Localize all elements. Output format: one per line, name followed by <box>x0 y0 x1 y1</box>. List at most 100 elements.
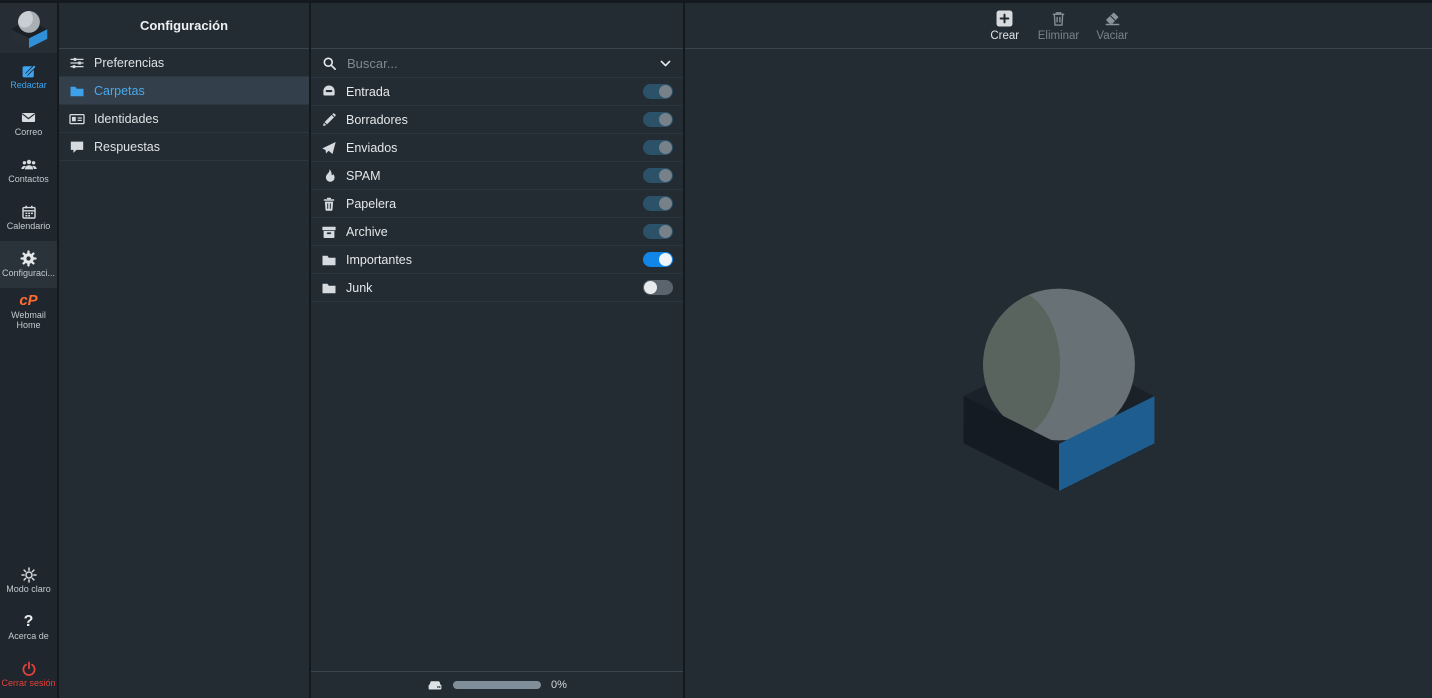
crear-button[interactable]: Crear <box>986 10 1024 42</box>
archive-icon <box>321 224 337 240</box>
sidebar-item-label: Modo claro <box>6 585 51 595</box>
folder-row-enviados[interactable]: Enviados <box>311 134 683 162</box>
folder-row-entrada[interactable]: Entrada <box>311 78 683 106</box>
folder-row-archive[interactable]: Archive <box>311 218 683 246</box>
folder-subscribe-toggle[interactable] <box>643 112 673 127</box>
settings-nav-label: Respuestas <box>94 140 160 154</box>
sidebar-item-label: Contactos <box>8 175 49 185</box>
sidebar-item-modo-claro[interactable]: Modo claro <box>0 557 57 604</box>
folder-name: Entrada <box>346 85 634 99</box>
toggle-knob <box>644 281 657 294</box>
sliders-icon <box>69 55 85 71</box>
sidebar-item-correo[interactable]: Correo <box>0 100 57 147</box>
quota-bar <box>453 681 541 689</box>
sidebar-item-label: Cerrar sesión <box>1 679 55 689</box>
toggle-knob <box>659 225 672 238</box>
settings-nav-label: Carpetas <box>94 84 145 98</box>
mail-icon <box>20 109 37 126</box>
folder-icon <box>321 280 337 296</box>
question-icon: ? <box>24 613 34 630</box>
toggle-knob <box>659 141 672 154</box>
speech-bubble-icon <box>69 139 85 155</box>
sidebar-item-configuraci[interactable]: Configuraci... <box>0 241 57 288</box>
search-input[interactable] <box>345 55 649 72</box>
flame-icon <box>321 168 337 184</box>
eliminar-button: Eliminar <box>1038 10 1080 42</box>
sidebar-spacer <box>0 335 57 557</box>
sidebar-item-cerrar-sesion[interactable]: Cerrar sesión <box>0 651 57 698</box>
sidebar-item-label: Webmail Home <box>1 311 57 331</box>
task-menu: Redactar Correo Contactos Calendario Configu… <box>0 53 57 335</box>
toggle-knob <box>659 85 672 98</box>
roundcube-cube-icon <box>8 8 50 48</box>
toggle-knob <box>659 169 672 182</box>
folder-subscribe-toggle[interactable] <box>643 84 673 99</box>
folder-toolbar: Crear Eliminar Vaciar <box>685 3 1432 49</box>
gear-icon <box>20 250 37 267</box>
folder-row-spam[interactable]: SPAM <box>311 162 683 190</box>
folder-subscribe-toggle[interactable] <box>643 224 673 239</box>
folder-row-junk[interactable]: Junk <box>311 274 683 302</box>
folder-icon <box>321 252 337 268</box>
toggle-knob <box>659 253 672 266</box>
folder-name: Borradores <box>346 113 634 127</box>
settings-nav-item-preferencias[interactable]: Preferencias <box>59 49 309 77</box>
settings-nav-column: Configuración Preferencias Carpetas Identi… <box>57 3 309 698</box>
paper-plane-icon <box>321 140 337 156</box>
folders-empty-area <box>311 302 683 671</box>
roundcube-logo[interactable] <box>0 3 57 53</box>
roundcube-watermark <box>944 261 1174 496</box>
folder-name: Archive <box>346 225 634 239</box>
hard-disk-icon <box>427 677 443 693</box>
folder-name: Importantes <box>346 253 634 267</box>
task-sidebar: Redactar Correo Contactos Calendario Configu… <box>0 3 57 698</box>
sidebar-item-label: Correo <box>15 128 43 138</box>
folder-subscribe-toggle[interactable] <box>643 280 673 295</box>
sidebar-item-label: Calendario <box>7 222 51 232</box>
chevron-down-icon[interactable] <box>657 55 673 71</box>
id-card-icon <box>69 111 85 127</box>
folders-column-header <box>311 3 683 49</box>
settings-nav-item-respuestas[interactable]: Respuestas <box>59 133 309 161</box>
trash-outline-icon <box>1050 10 1067 27</box>
calendar-icon <box>21 203 37 220</box>
sun-icon <box>21 566 37 583</box>
folder-list: Entrada Borradores Enviados SPAMPapelera Arc… <box>311 78 683 302</box>
folder-row-importantes[interactable]: Importantes <box>311 246 683 274</box>
webmail-settings-window: Redactar Correo Contactos Calendario Configu… <box>0 0 1432 698</box>
folder-subscribe-toggle[interactable] <box>643 168 673 183</box>
settings-title: Configuración <box>59 3 309 49</box>
folders-column: Entrada Borradores Enviados SPAMPapelera Arc… <box>309 3 683 698</box>
contacts-icon <box>20 156 38 173</box>
sidebar-item-acerca-de[interactable]: ? Acerca de <box>0 604 57 651</box>
folder-subscribe-toggle[interactable] <box>643 140 673 155</box>
folder-subscribe-toggle[interactable] <box>643 252 673 267</box>
sidebar-item-redactar[interactable]: Redactar <box>0 53 57 100</box>
folder-subscribe-toggle[interactable] <box>643 196 673 211</box>
power-icon <box>21 660 37 677</box>
folder-row-papelera[interactable]: Papelera <box>311 190 683 218</box>
roundcube-watermark-icon <box>944 261 1174 491</box>
sidebar-item-calendario[interactable]: Calendario <box>0 194 57 241</box>
sidebar-item-webmail-home[interactable]: cPWebmail Home <box>0 288 57 335</box>
toolbar-button-label: Eliminar <box>1038 30 1080 42</box>
page-title: Configuración <box>140 18 228 33</box>
compose-icon <box>21 62 37 79</box>
settings-nav-label: Preferencias <box>94 56 164 70</box>
quota-footer: 0% <box>311 671 683 698</box>
sidebar-item-label: Acerca de <box>8 632 49 642</box>
toolbar-button-label: Crear <box>990 30 1019 42</box>
eraser-icon <box>1104 10 1121 27</box>
inbox-icon <box>321 84 337 100</box>
vaciar-button: Vaciar <box>1093 10 1131 42</box>
folder-icon-blue <box>69 83 85 99</box>
folder-name: Enviados <box>346 141 634 155</box>
trash-icon <box>321 196 337 212</box>
settings-list: Preferencias Carpetas Identidades Respuesta… <box>59 49 309 161</box>
settings-nav-item-identidades[interactable]: Identidades <box>59 105 309 133</box>
folder-row-borradores[interactable]: Borradores <box>311 106 683 134</box>
sidebar-item-contactos[interactable]: Contactos <box>0 147 57 194</box>
quota-percent: 0% <box>551 679 567 691</box>
settings-nav-item-carpetas[interactable]: Carpetas <box>59 77 309 105</box>
main-content: Crear Eliminar Vaciar <box>683 3 1432 698</box>
